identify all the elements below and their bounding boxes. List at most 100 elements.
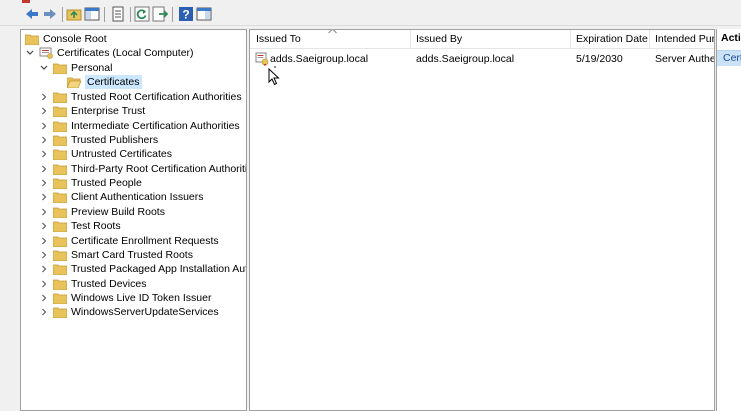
tree-item-label: Trusted Publishers bbox=[71, 134, 159, 146]
tree-item-label: Trusted People bbox=[71, 177, 142, 190]
chevron-right-icon[interactable] bbox=[39, 90, 49, 104]
toolbar: ? bbox=[0, 4, 741, 26]
up-one-level-button[interactable] bbox=[66, 6, 82, 22]
cell-issued-to: adds.Saeigroup.local bbox=[270, 53, 369, 65]
folder-icon bbox=[53, 134, 67, 146]
console-tree[interactable]: Console Root Certificates (Local Compute… bbox=[20, 29, 247, 411]
actions-title: Actio bbox=[721, 32, 741, 44]
tree-item-store[interactable]: Trusted People bbox=[39, 176, 142, 190]
tree-item-store[interactable]: Preview Build Roots bbox=[39, 205, 165, 219]
tree-item-store[interactable]: Trusted Root Certification Authorities bbox=[39, 90, 242, 104]
folder-icon bbox=[53, 191, 67, 204]
actions-item-label: Cert bbox=[723, 52, 741, 64]
help-button[interactable]: ? bbox=[178, 6, 194, 22]
chevron-right-icon[interactable] bbox=[39, 119, 49, 133]
tree-item-label: Certificates bbox=[85, 75, 142, 89]
mouse-cursor-icon bbox=[268, 68, 280, 86]
chevron-right-icon[interactable] bbox=[39, 262, 49, 276]
tree-item-label: Personal bbox=[71, 62, 113, 74]
tree-item-store[interactable]: Smart Card Trusted Roots bbox=[39, 248, 193, 262]
tree-item-label: Certificate Enrollment Requests bbox=[71, 234, 219, 247]
toolbar-separator bbox=[104, 7, 105, 22]
show-hide-console-tree-button[interactable] bbox=[84, 6, 100, 22]
tree-item-store[interactable]: Trusted Devices bbox=[39, 277, 146, 291]
folder-icon bbox=[53, 292, 67, 304]
chevron-right-icon[interactable] bbox=[39, 248, 49, 262]
tree-item-store[interactable]: Trusted Packaged App Installation Author bbox=[39, 262, 247, 276]
tree-item-store[interactable]: Trusted Publishers bbox=[39, 133, 158, 147]
refresh-button[interactable] bbox=[134, 6, 150, 22]
tree-item-store[interactable]: Enterprise Trust bbox=[39, 104, 145, 118]
tree-item-store[interactable]: Certificate Enrollment Requests bbox=[39, 234, 219, 248]
show-hide-action-pane-button[interactable] bbox=[196, 6, 212, 22]
chevron-right-icon[interactable] bbox=[39, 162, 49, 176]
folder-icon bbox=[53, 220, 67, 233]
tree-item-label: Certificates (Local Computer) bbox=[57, 47, 194, 59]
export-list-icon bbox=[152, 6, 168, 22]
tree-item-label: Enterprise Trust bbox=[71, 105, 146, 118]
certificate-store-icon bbox=[39, 47, 53, 59]
forward-button[interactable] bbox=[42, 6, 58, 22]
chevron-right-icon[interactable] bbox=[39, 205, 49, 219]
tree-item-label: Trusted Packaged App Installation Author bbox=[71, 263, 247, 276]
tree-item-store[interactable]: Client Authentication Issuers bbox=[39, 190, 204, 204]
tree-item-store[interactable]: Test Roots bbox=[39, 219, 121, 233]
folder-icon bbox=[53, 62, 67, 74]
folder-icon bbox=[53, 263, 67, 276]
chevron-right-icon[interactable] bbox=[39, 147, 49, 161]
cell-intended-purposes: Server Auther bbox=[655, 53, 715, 65]
column-header-expiration-date[interactable]: Expiration Date bbox=[570, 30, 649, 49]
certificate-list[interactable]: Issued To Issued By Expiration Date Inte… bbox=[249, 29, 715, 411]
chevron-right-icon[interactable] bbox=[39, 133, 49, 147]
chevron-right-icon[interactable] bbox=[39, 234, 49, 248]
folder-icon bbox=[53, 306, 67, 319]
export-list-button[interactable] bbox=[152, 6, 168, 22]
chevron-right-icon[interactable] bbox=[39, 305, 49, 319]
folder-icon bbox=[53, 148, 67, 161]
actions-item-certificates[interactable]: Cert bbox=[717, 50, 741, 66]
console-tree-icon bbox=[84, 7, 100, 21]
column-header-issued-to[interactable]: Issued To bbox=[250, 30, 410, 49]
help-icon: ? bbox=[179, 7, 193, 22]
chevron-down-icon[interactable] bbox=[25, 46, 35, 60]
tree-item-label: Smart Card Trusted Roots bbox=[71, 248, 193, 261]
chevron-right-icon[interactable] bbox=[39, 176, 49, 190]
tree-item-label: Trusted Devices bbox=[71, 277, 147, 290]
tree-item-store[interactable]: Third-Party Root Certification Authoriti… bbox=[39, 162, 246, 176]
chevron-down-icon[interactable] bbox=[39, 61, 49, 75]
tree-item-label: Console Root bbox=[43, 33, 107, 45]
certificate-icon bbox=[255, 52, 269, 66]
tree-item-store[interactable]: Intermediate Certification Authorities bbox=[39, 119, 240, 133]
properties-button[interactable] bbox=[110, 6, 126, 22]
back-button[interactable] bbox=[24, 6, 40, 22]
tree-item-label: Windows Live ID Token Issuer bbox=[71, 291, 212, 304]
table-row[interactable]: adds.Saeigroup.local adds.Saeigroup.loca… bbox=[250, 52, 715, 67]
chevron-right-icon[interactable] bbox=[39, 291, 49, 305]
tree-item-store[interactable]: Windows Live ID Token Issuer bbox=[39, 291, 211, 305]
folder-open-icon bbox=[67, 76, 81, 88]
chevron-right-icon[interactable] bbox=[39, 277, 49, 291]
tree-item-certificates-local-computer[interactable]: Certificates (Local Computer) bbox=[25, 46, 194, 60]
refresh-icon bbox=[134, 6, 150, 22]
tree-item-label: Client Authentication Issuers bbox=[71, 191, 204, 204]
svg-text:?: ? bbox=[182, 8, 189, 22]
folder-icon bbox=[53, 91, 67, 103]
chevron-right-icon[interactable] bbox=[39, 104, 49, 118]
tree-item-store[interactable]: WindowsServerUpdateServices bbox=[39, 305, 219, 319]
arrow-left-icon bbox=[26, 9, 38, 19]
tree-item-console-root[interactable]: Console Root bbox=[25, 32, 107, 46]
tree-item-certificates[interactable]: Certificates bbox=[67, 75, 142, 89]
tree-item-personal[interactable]: Personal bbox=[39, 61, 112, 75]
tree-item-label: Trusted Root Certification Authorities bbox=[71, 91, 242, 103]
folder-icon bbox=[53, 278, 67, 290]
tree-item-label: Test Roots bbox=[71, 220, 121, 233]
chevron-right-icon[interactable] bbox=[39, 219, 49, 233]
folder-icon bbox=[53, 206, 67, 218]
column-header-issued-by[interactable]: Issued By bbox=[410, 30, 570, 49]
chevron-right-icon[interactable] bbox=[39, 190, 49, 204]
column-header-intended-purposes[interactable]: Intended Purp bbox=[649, 30, 714, 49]
toolbar-separator bbox=[62, 7, 63, 22]
tree-item-store[interactable]: Untrusted Certificates bbox=[39, 147, 172, 161]
action-pane-icon bbox=[196, 7, 212, 21]
tree-item-label: Untrusted Certificates bbox=[71, 148, 172, 161]
